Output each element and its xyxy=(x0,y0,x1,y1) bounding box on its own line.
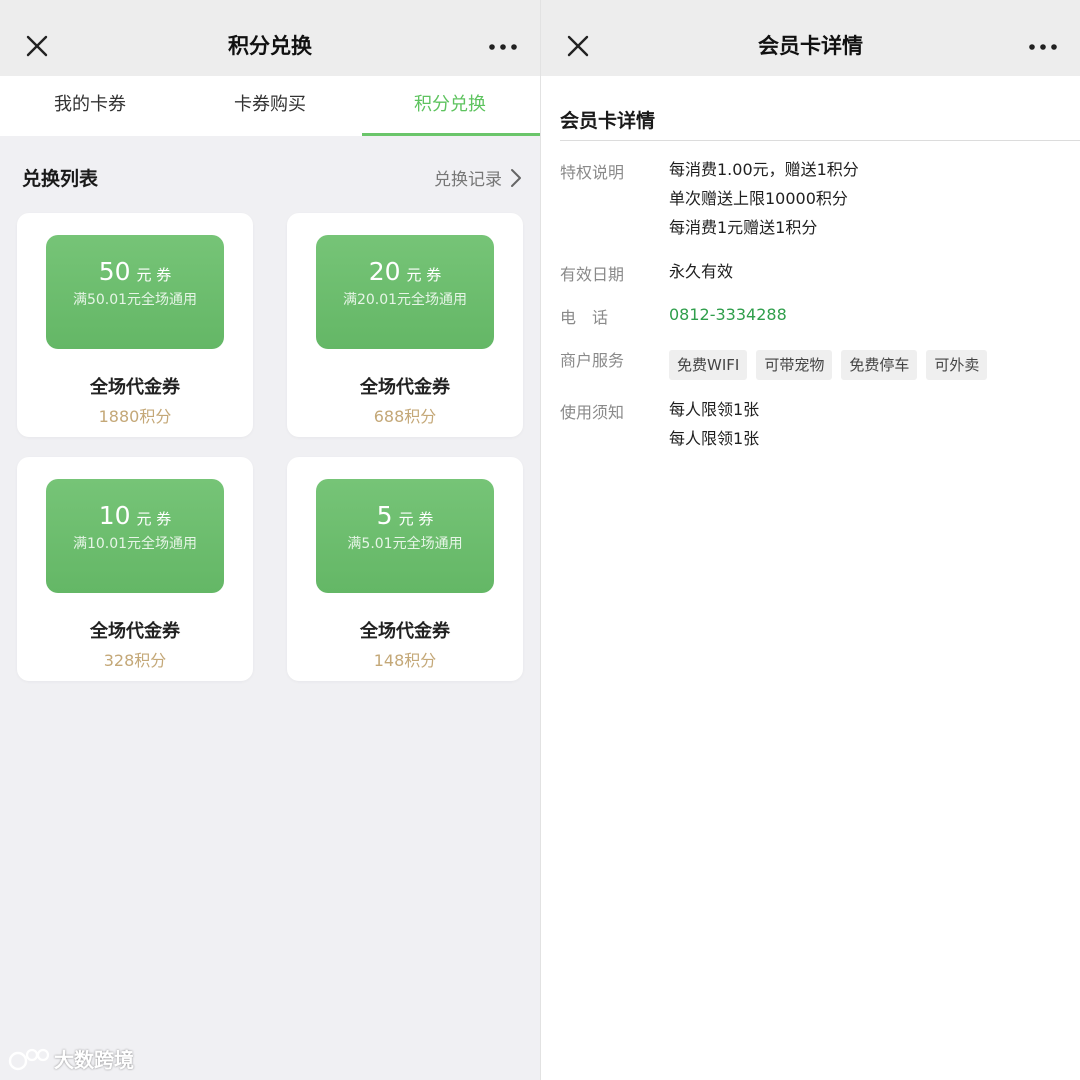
service-label: 商户服务 xyxy=(560,351,625,370)
coupon-points: 328积分 xyxy=(103,651,167,670)
detail-section-title: 会员卡详情 xyxy=(560,110,656,132)
coupon-card[interactable]: 5 元 券 满5.01元全场通用 全场代金券 148积分 xyxy=(287,457,523,681)
phone-label: 电 话 xyxy=(560,308,609,327)
service-tag: 可外卖 xyxy=(926,350,988,380)
privilege-label: 特权说明 xyxy=(560,163,625,182)
coupon-ticket: 5 元 券 满5.01元全场通用 xyxy=(316,479,494,593)
coupon-unit: 元 券 xyxy=(136,266,172,284)
coupon-unit: 元 券 xyxy=(136,510,172,528)
phone-number-link[interactable]: 0812-3334288 xyxy=(669,300,787,329)
privilege-line: 每消费1.00元，赠送1积分 xyxy=(669,160,859,179)
coupon-condition: 满10.01元全场通用 xyxy=(72,536,198,552)
coupon-card[interactable]: 20 元 券 满20.01元全场通用 全场代金券 688积分 xyxy=(287,213,523,437)
coupon-unit: 元 券 xyxy=(406,266,442,284)
points-exchange-panel: 积分兑换 我的卡券 卡券购买 积分兑换 兑换列表 兑换记录 50 元 券 满50.… xyxy=(0,0,540,1080)
coupon-condition: 满20.01元全场通用 xyxy=(342,292,468,308)
coupon-name: 全场代金券 xyxy=(360,621,450,642)
notice-values: 每人限领1张 每人限领1张 xyxy=(669,395,759,453)
coupon-unit: 元 券 xyxy=(398,510,434,528)
page-title: 积分兑换 xyxy=(228,34,312,58)
notice-label: 使用须知 xyxy=(560,403,625,422)
coupon-amount: 10 xyxy=(98,501,131,530)
coupon-card[interactable]: 50 元 券 满50.01元全场通用 全场代金券 1880积分 xyxy=(17,213,253,437)
coupon-name: 全场代金券 xyxy=(360,377,450,398)
exchange-list-title: 兑换列表 xyxy=(22,168,99,190)
left-title-bar: 积分兑换 xyxy=(0,0,540,76)
member-card-detail-panel: 会员卡详情 会员卡详情 特权说明 每消费1.00元，赠送1积分 单次赠送上限10… xyxy=(541,0,1080,1080)
active-tab-indicator xyxy=(362,133,540,136)
coupon-ticket: 20 元 券 满20.01元全场通用 xyxy=(316,235,494,349)
watermark: 大数跨境 xyxy=(8,1044,134,1073)
tab-my-coupons[interactable]: 我的卡券 xyxy=(0,76,180,136)
watermark-text: 大数跨境 xyxy=(54,1048,134,1072)
more-icon[interactable] xyxy=(488,36,518,58)
coupon-ticket: 50 元 券 满50.01元全场通用 xyxy=(46,235,224,349)
service-tags: 免费WIFI 可带宠物 免费停车 可外卖 xyxy=(669,350,988,380)
service-tag: 可带宠物 xyxy=(756,350,833,380)
privilege-values: 每消费1.00元，赠送1积分 单次赠送上限10000积分 每消费1元赠送1积分 xyxy=(669,155,859,242)
service-tag: 免费WIFI xyxy=(669,350,748,380)
coupon-condition: 满50.01元全场通用 xyxy=(72,292,198,308)
coupon-amount: 5 xyxy=(376,501,393,530)
section-divider xyxy=(560,140,1080,141)
right-title-bar: 会员卡详情 xyxy=(541,0,1080,76)
validity-label: 有效日期 xyxy=(560,265,625,284)
validity-value: 永久有效 xyxy=(669,262,734,281)
coupon-points: 688积分 xyxy=(373,407,437,426)
privilege-line: 每消费1元赠送1积分 xyxy=(669,218,818,237)
coupon-points: 1880积分 xyxy=(98,407,172,426)
coupon-amount: 50 xyxy=(98,257,131,286)
coupon-name: 全场代金券 xyxy=(90,377,180,398)
coupon-amount: 20 xyxy=(368,257,401,286)
tab-buy-coupons[interactable]: 卡券购买 xyxy=(180,76,360,136)
notice-line: 每人限领1张 xyxy=(669,429,760,448)
exchange-records-label: 兑换记录 xyxy=(434,170,502,190)
privilege-line: 单次赠送上限10000积分 xyxy=(669,189,848,208)
chevron-right-icon xyxy=(511,168,521,187)
service-tag: 免费停车 xyxy=(841,350,918,380)
tab-bar: 我的卡券 卡券购买 积分兑换 xyxy=(0,76,540,136)
watermark-logo-icon xyxy=(8,1048,50,1070)
more-icon[interactable] xyxy=(1028,36,1058,58)
coupon-condition: 满5.01元全场通用 xyxy=(347,536,463,552)
tab-points-exchange[interactable]: 积分兑换 xyxy=(360,76,540,136)
coupon-points: 148积分 xyxy=(373,651,437,670)
exchange-records-link[interactable]: 兑换记录 xyxy=(434,165,522,190)
coupon-ticket: 10 元 券 满10.01元全场通用 xyxy=(46,479,224,593)
coupon-card[interactable]: 10 元 券 满10.01元全场通用 全场代金券 328积分 xyxy=(17,457,253,681)
page-title: 会员卡详情 xyxy=(758,34,863,58)
coupon-name: 全场代金券 xyxy=(90,621,180,642)
notice-line: 每人限领1张 xyxy=(669,400,760,419)
